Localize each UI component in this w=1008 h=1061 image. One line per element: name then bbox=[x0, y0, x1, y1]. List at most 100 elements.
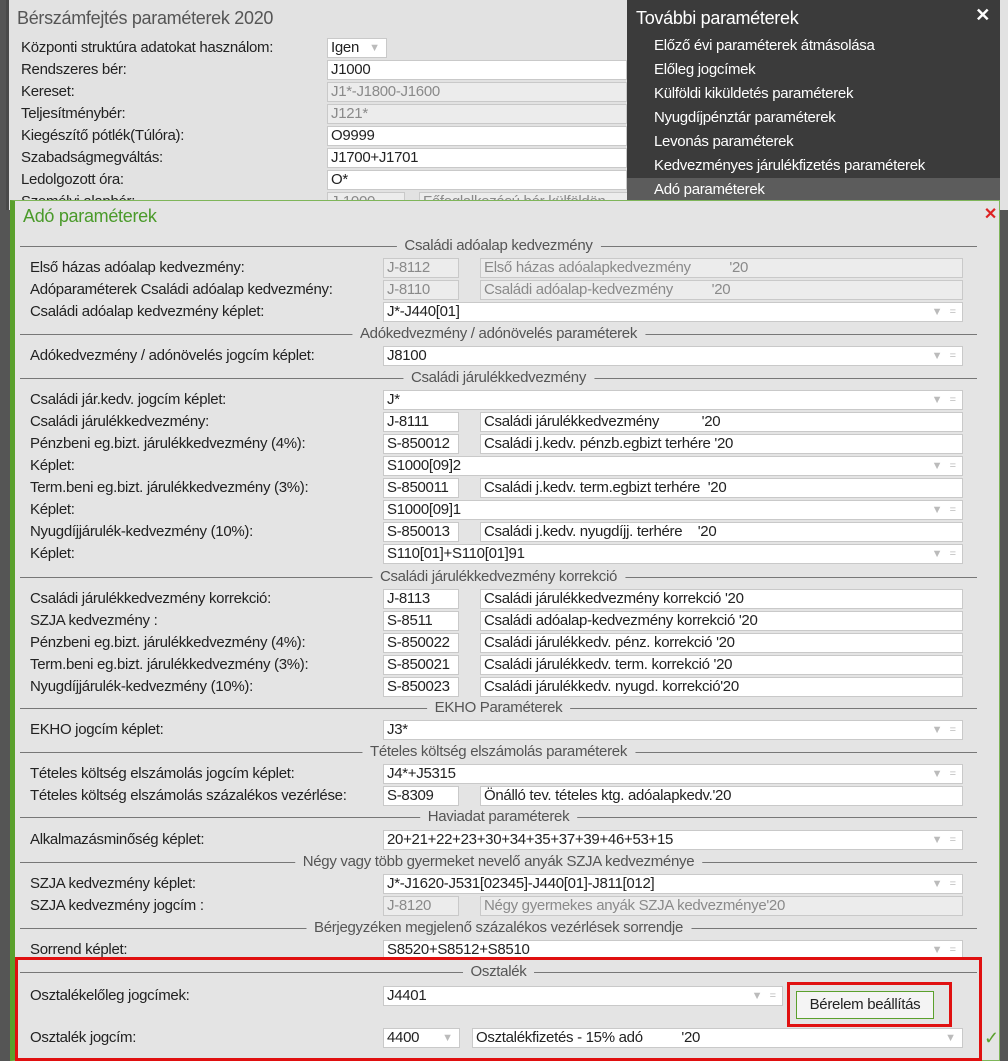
dropdown-equals-icon[interactable]: ▼ = bbox=[932, 765, 958, 783]
formula-value: J*-J1620-J531[02345]-J440[01]-J811[012] bbox=[387, 875, 655, 892]
section-header: Haviadat paraméterek bbox=[20, 808, 977, 825]
menu-close-icon[interactable]: ✕ bbox=[975, 5, 990, 26]
formula-field[interactable]: J1*-J1800-J1600 bbox=[327, 82, 627, 102]
section-title: Bérjegyzéken megjelenő százalékos vezérl… bbox=[305, 919, 692, 936]
code-field[interactable]: J-8112 bbox=[383, 258, 459, 278]
code-field[interactable]: S-8309 bbox=[383, 786, 459, 806]
formula-field[interactable]: J121* bbox=[327, 104, 627, 124]
menu-item[interactable]: Külföldi kiküldetés paraméterek bbox=[627, 82, 1000, 106]
menu-title: További paraméterek bbox=[636, 8, 799, 28]
formula-field[interactable]: J1000 bbox=[327, 60, 627, 80]
field-label: Képlet: bbox=[30, 501, 75, 518]
menu-item[interactable]: Nyugdíjpénztár paraméterek bbox=[627, 106, 1000, 130]
code-field[interactable]: S-8511 bbox=[383, 611, 459, 631]
field-label: Nyugdíjjárulék-kedvezmény (10%): bbox=[30, 523, 253, 540]
field-label: Első házas adóalap kedvezmény: bbox=[30, 259, 245, 276]
dropdown-equals-icon[interactable]: ▼ = bbox=[932, 875, 958, 893]
field-label: Tételes költség elszámolás százalékos ve… bbox=[30, 787, 347, 804]
description-field[interactable]: Családi adóalap-kedvezmény '20 bbox=[480, 280, 963, 300]
dropdown-equals-icon[interactable]: ▼ = bbox=[932, 501, 958, 519]
field-label: Családi járulékkedvezmény korrekció: bbox=[30, 590, 271, 607]
section-title: EKHO Paraméterek bbox=[426, 699, 571, 716]
formula-field[interactable]: J3* ▼ = bbox=[383, 720, 963, 740]
description-field[interactable]: Önálló tev. tételes ktg. adóalapkedv.'20 bbox=[480, 786, 963, 806]
formula-value: J*-J440[01] bbox=[387, 303, 460, 320]
description-field[interactable]: Családi adóalap-kedvezmény korrekció '20 bbox=[480, 611, 963, 631]
dropdown-equals-icon[interactable]: ▼ = bbox=[932, 831, 958, 849]
confirm-check-icon[interactable]: ✓ bbox=[984, 1028, 999, 1049]
section-title: Haviadat paraméterek bbox=[419, 808, 578, 825]
formula-field[interactable]: O* bbox=[327, 170, 627, 190]
code-field[interactable]: S-850012 bbox=[383, 434, 459, 454]
menu-item[interactable]: Előző évi paraméterek átmásolása bbox=[627, 34, 1000, 58]
field-label: Pénzbeni eg.bizt. járulékkedvezmény (4%)… bbox=[30, 435, 306, 452]
field-label: Adókedvezmény / adónövelés jogcím képlet… bbox=[30, 347, 315, 364]
dropdown-equals-icon[interactable]: ▼ = bbox=[932, 457, 958, 475]
menu-item[interactable]: Adó paraméterek bbox=[627, 178, 1000, 202]
menu-item[interactable]: Előleg jogcímek bbox=[627, 58, 1000, 82]
description-field[interactable]: Első házas adóalapkedvezmény '20 bbox=[480, 258, 963, 278]
field-label: Képlet: bbox=[30, 457, 75, 474]
description-field[interactable]: Családi járulékkedv. nyugd. korrekció'20 bbox=[480, 677, 963, 697]
section-title: Négy vagy több gyermeket nevelő anyák SZ… bbox=[294, 853, 703, 870]
formula-field[interactable]: J*-J1620-J531[02345]-J440[01]-J811[012] ▼… bbox=[383, 874, 963, 894]
formula-field[interactable]: J4*+J5315 ▼ = bbox=[383, 764, 963, 784]
formula-value: 20+21+22+23+30+34+35+37+39+46+53+15 bbox=[387, 831, 674, 848]
dropdown-equals-icon[interactable]: ▼ = bbox=[932, 721, 958, 739]
formula-field[interactable]: J1700+J1701 bbox=[327, 148, 627, 168]
section-header: Bérjegyzéken megjelenő százalékos vezérl… bbox=[20, 919, 977, 936]
formula-value: S8520+S8512+S8510 bbox=[387, 941, 530, 958]
section-header: EKHO Paraméterek bbox=[20, 699, 977, 716]
menu-item[interactable]: Kedvezményes járulékfizetés paraméterek bbox=[627, 154, 1000, 178]
formula-field[interactable]: S1000[09]2 ▼ = bbox=[383, 456, 963, 476]
field-label: Kiegészítő pótlék(Túlóra): bbox=[21, 127, 185, 144]
field-label: Pénzbeni eg.bizt. járulékkedvezmény (4%)… bbox=[30, 634, 306, 651]
code-field[interactable]: S-850023 bbox=[383, 677, 459, 697]
dropdown-equals-icon[interactable]: ▼ = bbox=[932, 347, 958, 365]
field-label: SZJA kedvezmény : bbox=[30, 612, 158, 629]
dialog-close-icon[interactable]: ✕ bbox=[984, 204, 997, 224]
description-field[interactable]: Családi j.kedv. term.egbizt terhére '20 bbox=[480, 478, 963, 498]
field-label: Családi járulékkedvezmény: bbox=[30, 413, 209, 430]
formula-field[interactable]: J8100 ▼ = bbox=[383, 346, 963, 366]
section-title: Adókedvezmény / adónövelés paraméterek bbox=[351, 325, 646, 342]
code-field[interactable]: J-8113 bbox=[383, 589, 459, 609]
description-field[interactable]: Családi járulékkedv. term. korrekció '20 bbox=[480, 655, 963, 675]
formula-field[interactable]: S1000[09]1 ▼ = bbox=[383, 500, 963, 520]
formula-field[interactable]: S110[01]+S110[01]91 ▼ = bbox=[383, 544, 963, 564]
field-label: Képlet: bbox=[30, 545, 75, 562]
formula-field[interactable]: 20+21+22+23+30+34+35+37+39+46+53+15 ▼ = bbox=[383, 830, 963, 850]
further-parameters-menu: További paraméterek ✕ Előző évi paraméte… bbox=[627, 0, 1000, 202]
field-label: EKHO jogcím képlet: bbox=[30, 721, 164, 738]
section-header: Családi járulékkedvezmény korrekció bbox=[20, 568, 977, 585]
code-field[interactable]: S-850011 bbox=[383, 478, 459, 498]
section-header: Családi járulékkedvezmény bbox=[20, 369, 977, 386]
dropdown-equals-icon[interactable]: ▼ = bbox=[932, 545, 958, 563]
description-field[interactable]: Családi járulékkedvezmény '20 bbox=[480, 412, 963, 432]
code-field[interactable]: J-8120 bbox=[383, 896, 459, 916]
code-field[interactable]: J-8111 bbox=[383, 412, 459, 432]
description-field[interactable]: Családi j.kedv. nyugdíjj. terhére '20 bbox=[480, 522, 963, 542]
field-label: Családi adóalap kedvezmény képlet: bbox=[30, 303, 265, 320]
section-header: Négy vagy több gyermeket nevelő anyák SZ… bbox=[20, 853, 977, 870]
code-field[interactable]: S-850022 bbox=[383, 633, 459, 653]
code-field[interactable]: J-8110 bbox=[383, 280, 459, 300]
section-title: Tételes költség elszámolás paraméterek bbox=[361, 743, 636, 760]
select-field[interactable]: Igen ▼ bbox=[327, 38, 387, 58]
formula-field[interactable]: O9999 bbox=[327, 126, 627, 146]
set-wage-element-button[interactable]: Bérelem beállítás bbox=[796, 991, 934, 1019]
dropdown-equals-icon[interactable]: ▼ = bbox=[932, 303, 958, 321]
description-field[interactable]: Családi járulékkedvezmény korrekció '20 bbox=[480, 589, 963, 609]
description-field[interactable]: Négy gyermekes anyák SZJA kedvezménye'20 bbox=[480, 896, 963, 916]
field-label: Teljesítménybér: bbox=[21, 105, 126, 122]
formula-field[interactable]: J* ▼ = bbox=[383, 390, 963, 410]
menu-item[interactable]: Levonás paraméterek bbox=[627, 130, 1000, 154]
code-field[interactable]: S-850021 bbox=[383, 655, 459, 675]
description-field[interactable]: Családi j.kedv. pénzb.egbizt terhére '20 bbox=[480, 434, 963, 454]
description-field[interactable]: Családi járulékkedv. pénz. korrekció '20 bbox=[480, 633, 963, 653]
code-field[interactable]: S-850013 bbox=[383, 522, 459, 542]
formula-field[interactable]: J*-J440[01] ▼ = bbox=[383, 302, 963, 322]
field-label: Központi struktúra adatokat használom: bbox=[21, 39, 274, 56]
section-header: Adókedvezmény / adónövelés paraméterek bbox=[20, 325, 977, 342]
dropdown-equals-icon[interactable]: ▼ = bbox=[932, 391, 958, 409]
